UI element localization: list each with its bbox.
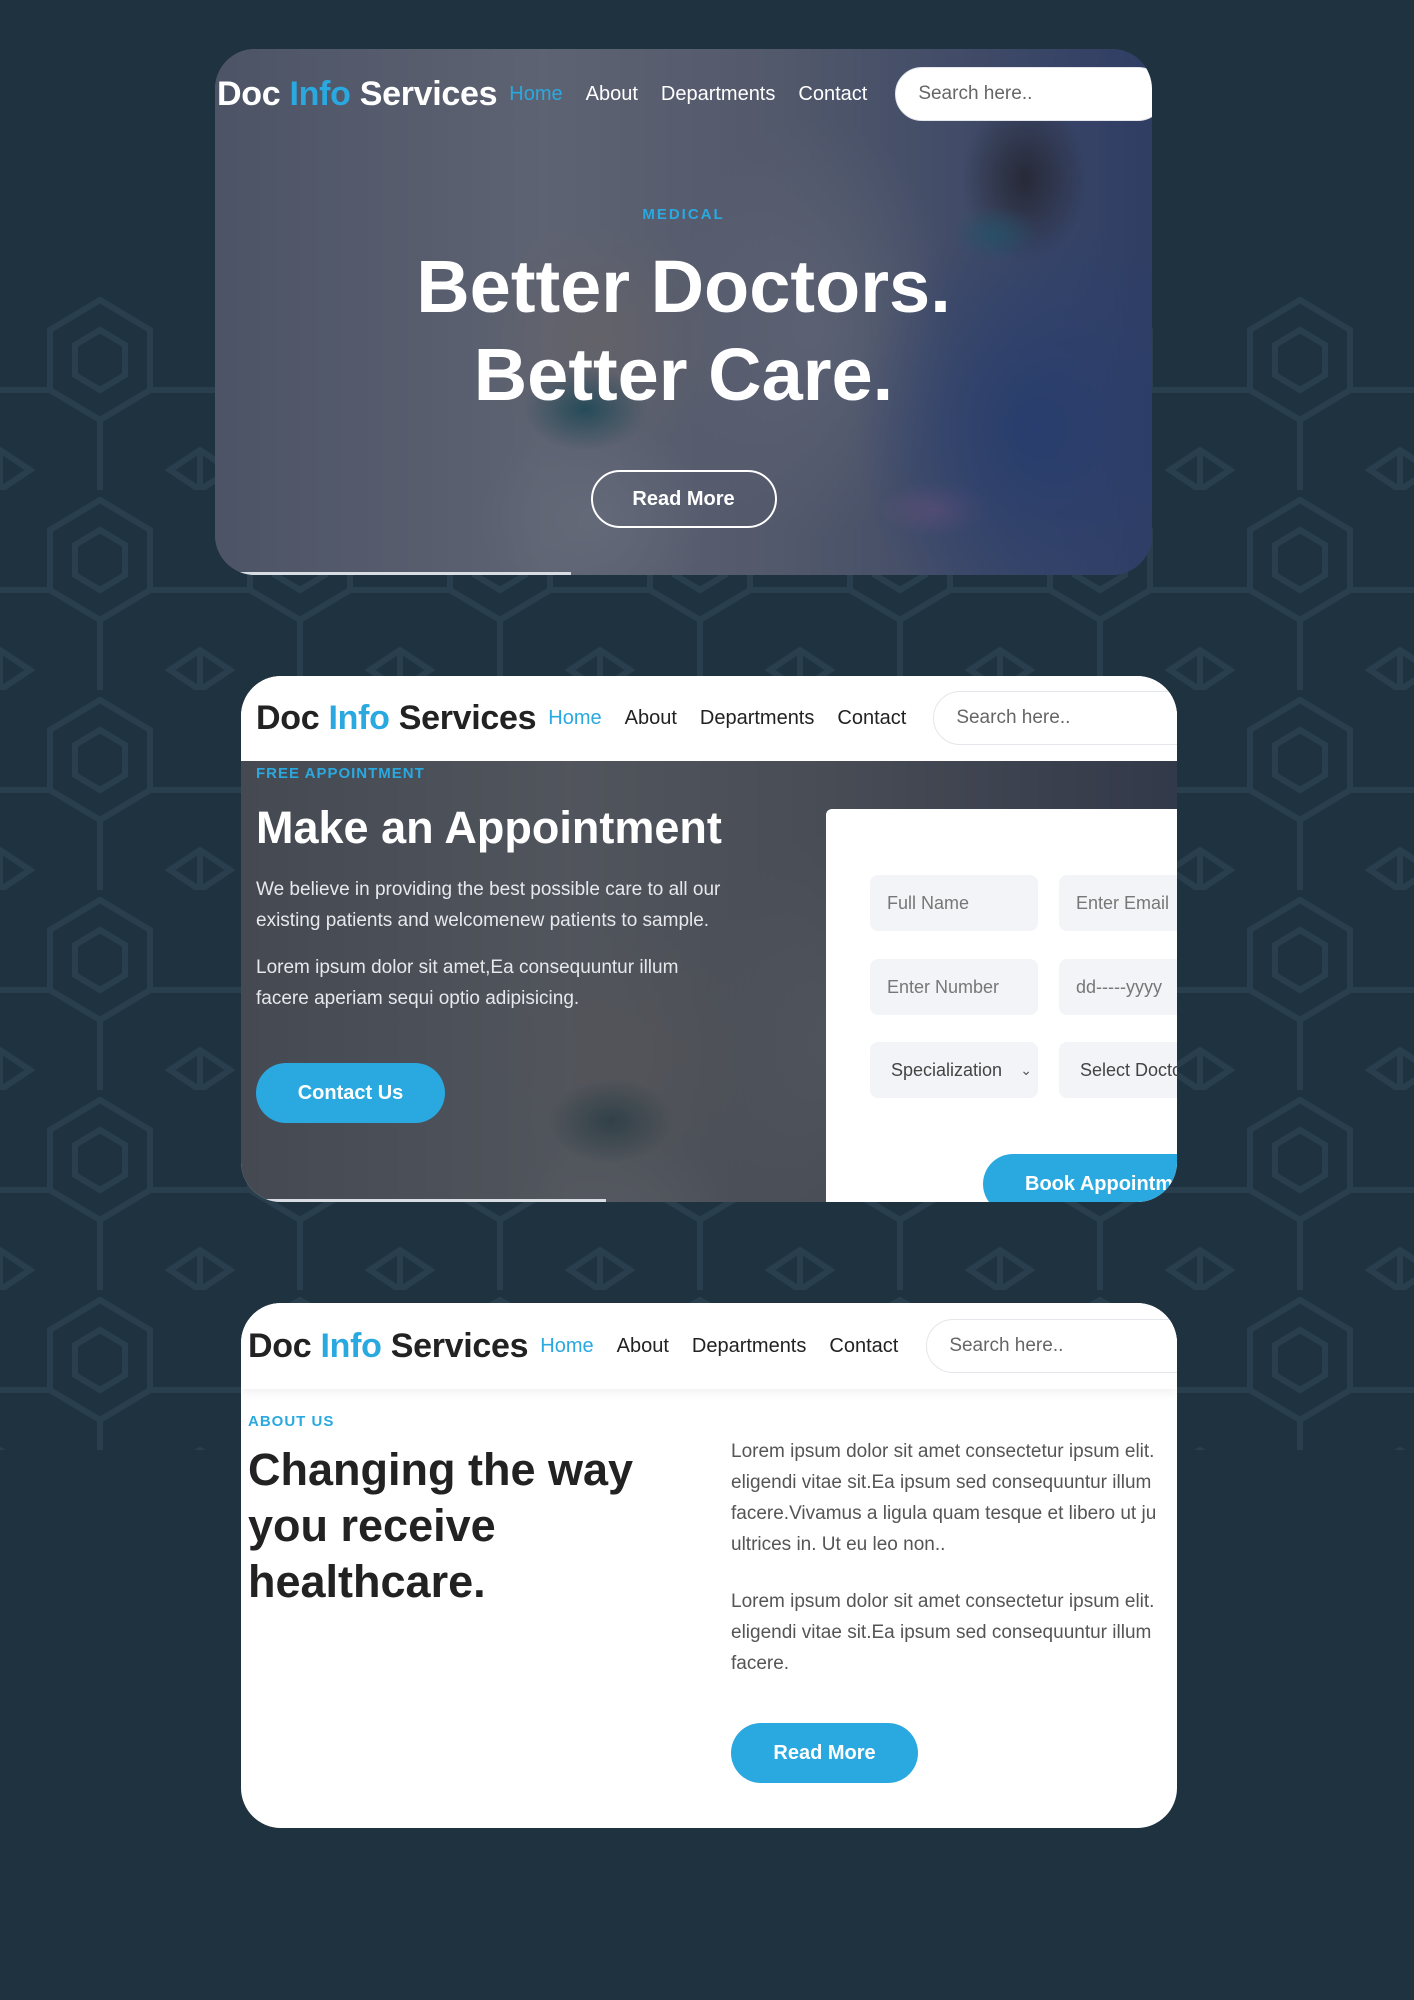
about-paragraph-2: Lorem ipsum dolor sit amet consectetur i…: [731, 1586, 1177, 1679]
hero-title-line-1: Better Doctors.: [416, 245, 951, 328]
brand-text-accent: Info: [328, 698, 390, 737]
nav-about-link[interactable]: About: [586, 83, 638, 106]
nav-contact-link[interactable]: Contact: [837, 707, 906, 730]
phone-number-field[interactable]: [870, 959, 1038, 1015]
about-p2-line: Lorem ipsum dolor sit amet consectetur i…: [731, 1591, 1155, 1612]
chevron-down-icon: ⌄: [1020, 1061, 1032, 1078]
brand-text-1: Doc: [256, 698, 329, 737]
hero-slider-progress: [215, 572, 572, 575]
brand-logo[interactable]: Doc Info Services: [248, 1326, 529, 1366]
about-p1-line: Lorem ipsum dolor sit amet consectetur i…: [731, 1441, 1155, 1462]
about-card: Doc Info Services Home About Departments…: [241, 1303, 1177, 1828]
about-p2-line: eligendi vitae sit.Ea ipsum sed consequu…: [731, 1622, 1152, 1643]
appointment-navbar: Doc Info Services Home About Departments…: [256, 691, 1177, 745]
nav-departments-link[interactable]: Departments: [692, 1335, 807, 1358]
nav-links: Home About Departments Contact: [548, 707, 929, 730]
brand-text-accent: Info: [320, 1326, 382, 1365]
about-intro: ABOUT US Changing the way you receive he…: [248, 1413, 688, 1610]
appointment-eyebrow: FREE APPOINTMENT: [256, 765, 425, 782]
appointment-paragraph-1-line-2: existing patients and welcomenew patient…: [256, 910, 710, 931]
appointment-form: Specialization ⌄ Select Doctor Book Appo…: [826, 809, 1177, 1202]
book-appointment-button[interactable]: Book Appointment: [983, 1154, 1177, 1202]
appointment-body: FREE APPOINTMENT Make an Appointment We …: [241, 761, 1177, 1202]
hero-navbar: Doc Info Services Home About Departments…: [217, 67, 1152, 121]
appointment-header: Doc Info Services Home About Departments…: [241, 676, 1177, 761]
search-input[interactable]: [895, 67, 1152, 121]
doctor-select[interactable]: Select Doctor: [1059, 1042, 1177, 1098]
hero-content: MEDICAL Better Doctors. Better Care. Rea…: [215, 206, 1152, 528]
hero-card: Doc Info Services Home About Departments…: [215, 49, 1152, 575]
hero-read-more-button[interactable]: Read More: [590, 470, 777, 528]
nav-links: Home About Departments Contact: [509, 83, 890, 106]
about-text: Lorem ipsum dolor sit amet consectetur i…: [731, 1436, 1177, 1783]
contact-us-button[interactable]: Contact Us: [256, 1063, 445, 1123]
brand-text-2: Services: [381, 1326, 529, 1365]
appointment-paragraph-2-line-2: facere aperiam sequi optio adipisicing.: [256, 988, 580, 1009]
about-header: Doc Info Services Home About Departments…: [241, 1303, 1177, 1389]
nav-home-link[interactable]: Home: [540, 1335, 593, 1358]
about-navbar: Doc Info Services Home About Departments…: [248, 1319, 1177, 1373]
appointment-slider-progress: [241, 1199, 607, 1202]
appointment-paragraph-2-line-1: Lorem ipsum dolor sit amet,Ea consequunt…: [256, 957, 679, 978]
brand-text-1: Doc: [217, 74, 290, 113]
nav-home-link[interactable]: Home: [548, 707, 601, 730]
search-input[interactable]: [933, 691, 1177, 745]
about-title-line-3: healthcare.: [248, 1556, 486, 1607]
brand-text-2: Services: [350, 74, 498, 113]
about-p1-line: eligendi vitae sit.Ea ipsum sed consequu…: [731, 1472, 1152, 1493]
brand-logo[interactable]: Doc Info Services: [217, 74, 498, 114]
appointment-title: Make an Appointment: [256, 802, 722, 853]
specialization-select[interactable]: Specialization ⌄: [870, 1042, 1038, 1098]
about-title: Changing the way you receive healthcare.: [248, 1442, 688, 1610]
about-p1-line: ultrices in. Ut eu leo non..: [731, 1534, 946, 1555]
brand-logo[interactable]: Doc Info Services: [256, 698, 537, 738]
appointment-paragraph-2: Lorem ipsum dolor sit amet,Ea consequunt…: [256, 952, 796, 1014]
doctor-select-value: Select Doctor: [1080, 1059, 1177, 1080]
appointment-card: Doc Info Services Home About Departments…: [241, 676, 1177, 1202]
brand-text-1: Doc: [248, 1326, 321, 1365]
search-input[interactable]: [926, 1319, 1177, 1373]
date-field[interactable]: [1059, 959, 1177, 1015]
nav-contact-link[interactable]: Contact: [798, 83, 867, 106]
about-paragraph-1: Lorem ipsum dolor sit amet consectetur i…: [731, 1436, 1177, 1560]
brand-text-accent: Info: [289, 74, 351, 113]
full-name-field[interactable]: [870, 875, 1038, 931]
specialization-select-value: Specialization: [891, 1059, 1003, 1080]
nav-home-link[interactable]: Home: [509, 83, 562, 106]
nav-departments-link[interactable]: Departments: [661, 83, 776, 106]
brand-text-2: Services: [389, 698, 537, 737]
appointment-intro: FREE APPOINTMENT Make an Appointment We …: [256, 761, 796, 1123]
hero-title: Better Doctors. Better Care.: [215, 243, 1152, 419]
appointment-paragraph-1: We believe in providing the best possibl…: [256, 874, 796, 936]
about-eyebrow: ABOUT US: [248, 1413, 335, 1430]
about-title-line-1: Changing the way: [248, 1444, 634, 1495]
hero-eyebrow: MEDICAL: [642, 206, 725, 223]
nav-departments-link[interactable]: Departments: [700, 707, 815, 730]
about-p1-line: facere.Vivamus a ligula quam tesque et l…: [731, 1503, 1157, 1524]
appointment-paragraph-1-line-1: We believe in providing the best possibl…: [256, 879, 721, 900]
nav-about-link[interactable]: About: [625, 707, 677, 730]
nav-about-link[interactable]: About: [617, 1335, 669, 1358]
nav-links: Home About Departments Contact: [540, 1335, 921, 1358]
about-read-more-button[interactable]: Read More: [731, 1723, 918, 1783]
about-title-line-2: you receive: [248, 1500, 496, 1551]
nav-contact-link[interactable]: Contact: [829, 1335, 898, 1358]
hero-title-line-2: Better Care.: [473, 333, 894, 416]
about-p2-line: facere.: [731, 1653, 790, 1674]
email-field[interactable]: [1059, 875, 1177, 931]
